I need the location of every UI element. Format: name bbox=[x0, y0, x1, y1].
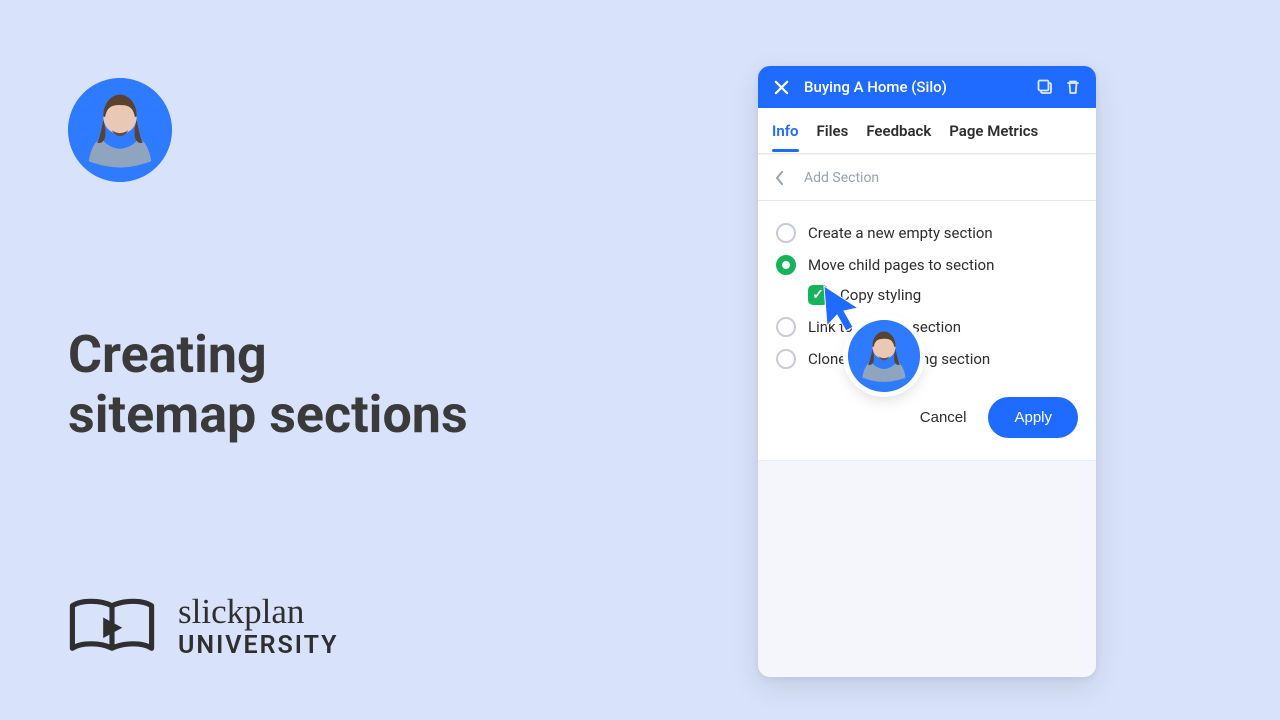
heading-line-1: Creating bbox=[68, 325, 468, 385]
tab-files[interactable]: Files bbox=[817, 111, 849, 151]
heading-line-2: sitemap sections bbox=[68, 385, 468, 445]
panel-title: Buying A Home (Silo) bbox=[804, 78, 1026, 96]
panel-subheader: Add Section bbox=[758, 155, 1096, 201]
brand-text: slickplan UNIVERSITY bbox=[178, 594, 339, 660]
brand-logo: slickplan UNIVERSITY bbox=[68, 594, 339, 660]
option-label: Copy styling bbox=[840, 286, 921, 304]
option-label: Move child pages to section bbox=[808, 256, 994, 274]
page-heading: Creating sitemap sections bbox=[68, 325, 468, 446]
tab-feedback[interactable]: Feedback bbox=[866, 111, 931, 151]
apply-button[interactable]: Apply bbox=[988, 397, 1078, 438]
instructor-avatar bbox=[68, 78, 172, 182]
option-label: Create a new empty section bbox=[808, 224, 993, 242]
brand-name: slickplan bbox=[178, 594, 339, 629]
panel-actions: Cancel Apply bbox=[758, 381, 1096, 460]
cancel-button[interactable]: Cancel bbox=[920, 409, 967, 426]
radio-icon bbox=[776, 223, 796, 243]
radio-selected-icon bbox=[776, 255, 796, 275]
panel-header: Buying A Home (Silo) bbox=[758, 66, 1096, 108]
brand-subtitle: UNIVERSITY bbox=[178, 631, 339, 660]
checkbox-checked-icon: ✓ bbox=[808, 285, 828, 305]
duplicate-icon[interactable] bbox=[1036, 78, 1054, 96]
option-label: Clone from existing section bbox=[808, 350, 990, 368]
tab-page-metrics[interactable]: Page Metrics bbox=[949, 111, 1038, 151]
avatar-icon bbox=[68, 78, 172, 182]
option-copy-styling[interactable]: ✓ Copy styling bbox=[776, 281, 1078, 311]
section-options: Create a new empty section Move child pa… bbox=[758, 201, 1096, 381]
close-icon[interactable] bbox=[772, 78, 790, 96]
option-label: Link to existing section bbox=[808, 318, 961, 336]
option-link-existing[interactable]: Link to existing section bbox=[776, 311, 1078, 343]
radio-icon bbox=[776, 317, 796, 337]
subheader-label: Add Section bbox=[804, 170, 879, 186]
option-clone-existing[interactable]: Clone from existing section bbox=[776, 343, 1078, 375]
trash-icon[interactable] bbox=[1064, 78, 1082, 96]
book-play-icon bbox=[68, 594, 156, 660]
back-icon[interactable] bbox=[772, 170, 788, 186]
option-create-empty[interactable]: Create a new empty section bbox=[776, 217, 1078, 249]
option-move-children[interactable]: Move child pages to section bbox=[776, 249, 1078, 281]
section-panel: Buying A Home (Silo) Info Files Feedback… bbox=[758, 66, 1096, 677]
panel-tabs: Info Files Feedback Page Metrics bbox=[758, 108, 1096, 154]
tab-info[interactable]: Info bbox=[772, 111, 799, 151]
radio-icon bbox=[776, 349, 796, 369]
